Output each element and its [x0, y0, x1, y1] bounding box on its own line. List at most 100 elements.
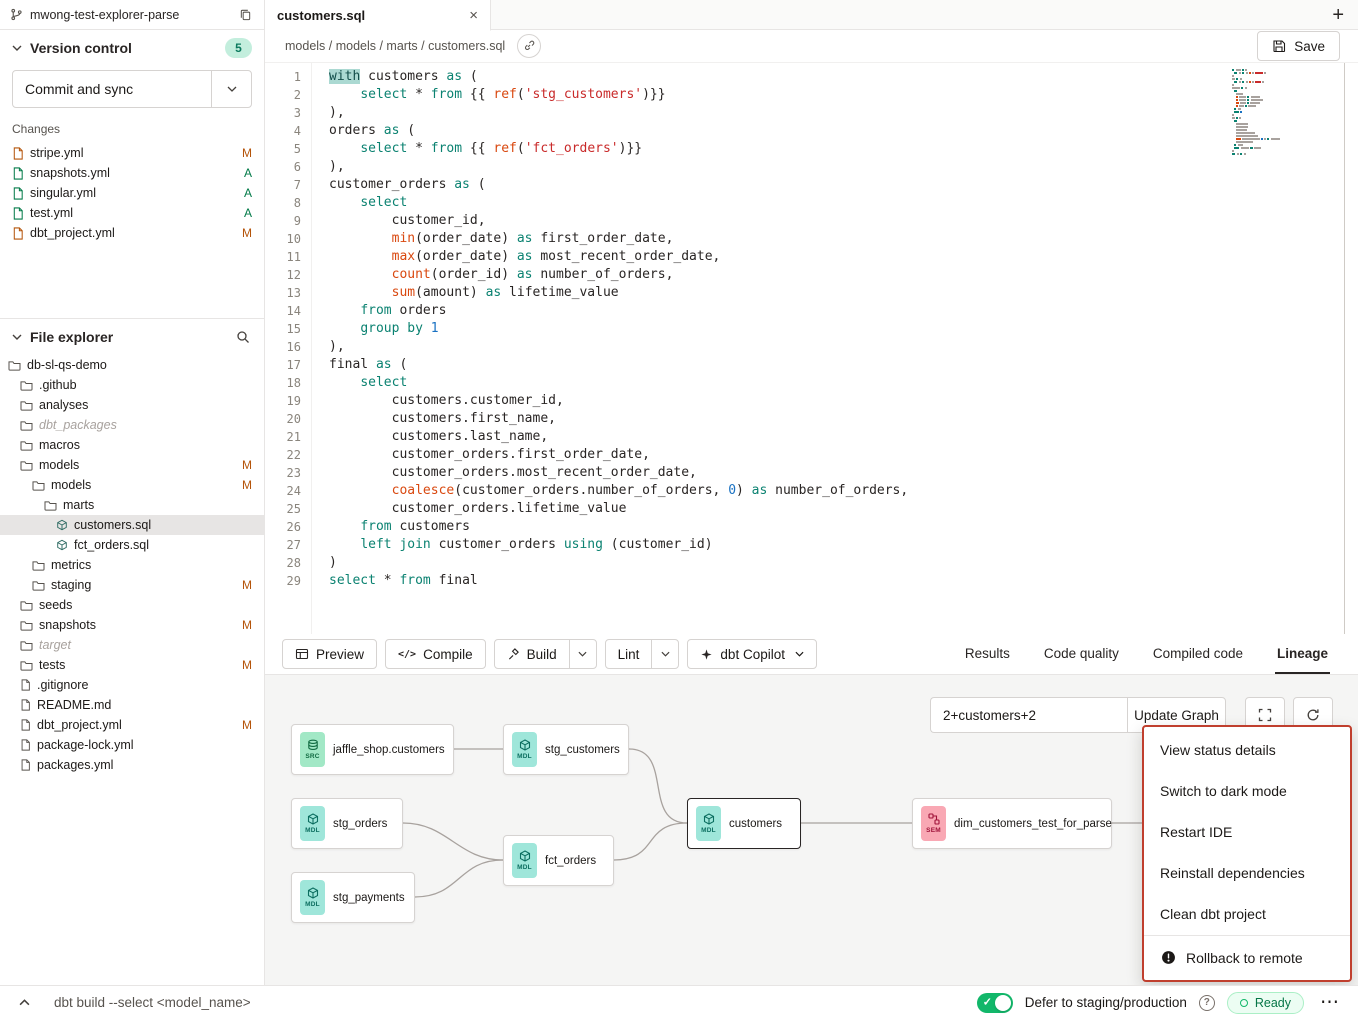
model-icon [307, 887, 319, 899]
results-panel-tab-label: Code quality [1044, 646, 1119, 661]
lineage-node[interactable]: MDL customers [687, 798, 801, 849]
context-menu-item[interactable]: View status details [1144, 729, 1350, 770]
toolbar-button[interactable]: Build [495, 640, 569, 668]
node-type-label: MDL [517, 753, 532, 760]
editor-scrollbar[interactable] [1344, 63, 1345, 634]
file-tree-item[interactable]: customers.sql [0, 515, 264, 535]
commit-and-sync-button[interactable]: Commit and sync [12, 70, 252, 108]
editor-tab[interactable]: customers.sql × [265, 0, 491, 31]
ready-label: Ready [1255, 996, 1291, 1010]
fullscreen-icon [1258, 708, 1272, 722]
file-tree-item[interactable]: db-sl-qs-demo [0, 355, 264, 375]
file-tree-item[interactable]: README.md [0, 695, 264, 715]
dbt-cloud-ide: mwong-test-explorer-parse Version contro… [0, 0, 1358, 1019]
node-type-tile: SRC [300, 732, 325, 767]
results-panel-tab[interactable]: Lineage [1275, 634, 1330, 674]
file-tree-item[interactable]: dbt_project.yml M [0, 715, 264, 735]
file-tree-item[interactable]: target [0, 635, 264, 655]
file-tree-item[interactable]: models M [0, 455, 264, 475]
file-tree-item[interactable]: tests M [0, 655, 264, 675]
file-tree-item[interactable]: marts [0, 495, 264, 515]
more-options-button[interactable]: ⋯ [1316, 993, 1344, 1012]
lineage-search-input[interactable] [930, 697, 1127, 733]
changed-file-row[interactable]: dbt_project.yml M [0, 223, 264, 243]
toolbar-button[interactable]: dbt Copilot [688, 640, 816, 668]
git-status-badge: M [242, 578, 252, 592]
line-numbers: 1234567891011121314151617181920212223242… [265, 63, 311, 634]
context-menu-item[interactable]: Clean dbt project [1144, 893, 1350, 934]
folder-icon [32, 560, 45, 571]
context-menu-item[interactable]: Rollback to remote [1144, 937, 1350, 978]
file-tree-item[interactable]: metrics [0, 555, 264, 575]
results-panel-tab-label: Compiled code [1153, 646, 1243, 661]
lineage-node[interactable]: MDL stg_orders [291, 798, 403, 849]
changed-file-row[interactable]: singular.yml A [0, 183, 264, 203]
commit-options-dropdown[interactable] [211, 71, 251, 107]
toolbar-button[interactable]: </> Compile [386, 640, 485, 668]
toolbar-button-group: Preview [282, 639, 377, 669]
file-tree-label: metrics [51, 558, 252, 572]
git-status-badge: A [244, 186, 252, 200]
file-tree-item[interactable]: analyses [0, 395, 264, 415]
file-tree-item[interactable]: fct_orders.sql [0, 535, 264, 555]
context-menu-item[interactable]: Switch to dark mode [1144, 770, 1350, 811]
file-tree-label: staging [51, 578, 236, 592]
file-tree-item[interactable]: macros [0, 435, 264, 455]
results-panel-tab[interactable]: Code quality [1042, 634, 1121, 674]
file-tree-label: tests [39, 658, 236, 672]
chevron-down-icon [227, 86, 237, 92]
file-tree-item[interactable]: models M [0, 475, 264, 495]
expand-command-bar-button[interactable] [14, 993, 34, 1013]
defer-toggle[interactable]: ✓ [977, 993, 1013, 1013]
changed-file-name: test.yml [30, 206, 238, 220]
context-menu-item[interactable]: Reinstall dependencies [1144, 852, 1350, 893]
toolbar-button-label: Lint [618, 647, 640, 662]
lineage-node[interactable]: MDL stg_payments [291, 872, 415, 923]
node-type-label: SRC [305, 753, 319, 760]
file-tree-item[interactable]: package-lock.yml [0, 735, 264, 755]
file-tree-item[interactable]: staging M [0, 575, 264, 595]
command-input[interactable]: dbt build --select <model_name> [54, 995, 251, 1010]
minimap[interactable] [1232, 69, 1290, 156]
help-icon[interactable]: ? [1199, 995, 1215, 1011]
toolbar-button-dropdown[interactable] [569, 640, 596, 668]
file-link-button[interactable] [517, 34, 541, 58]
results-panel-tab-label: Results [965, 646, 1010, 661]
save-button[interactable]: Save [1257, 31, 1340, 61]
context-menu-item[interactable]: Restart IDE [1144, 811, 1350, 852]
changed-file-row[interactable]: snapshots.yml A [0, 163, 264, 183]
changed-file-row[interactable]: test.yml A [0, 203, 264, 223]
node-name: fct_orders [545, 855, 596, 867]
lineage-node[interactable]: SEM dim_customers_test_for_parse [912, 798, 1112, 849]
code-editor[interactable]: 1234567891011121314151617181920212223242… [265, 63, 1358, 634]
file-tree-label: README.md [37, 698, 252, 712]
file-tree-item[interactable]: .github [0, 375, 264, 395]
file-tree-item[interactable]: .gitignore [0, 675, 264, 695]
lineage-node[interactable]: SRC jaffle_shop.customers [291, 724, 454, 775]
file-explorer-header[interactable]: File explorer [0, 319, 264, 355]
node-type-tile: MDL [512, 732, 537, 767]
search-files-button[interactable] [234, 328, 252, 346]
lineage-node[interactable]: MDL fct_orders [503, 835, 614, 886]
changed-file-row[interactable]: stripe.yml M [0, 143, 264, 163]
copy-branch-button[interactable] [237, 6, 254, 23]
new-tab-button[interactable]: + [1332, 5, 1344, 25]
node-name: customers [729, 818, 782, 830]
results-panel-tab[interactable]: Compiled code [1151, 634, 1245, 674]
lineage-node[interactable]: MDL stg_customers [503, 724, 629, 775]
results-panel-tab[interactable]: Results [963, 634, 1012, 674]
file-tree-item[interactable]: seeds [0, 595, 264, 615]
toolbar-button[interactable]: Preview [283, 640, 376, 668]
file-tree-item[interactable]: packages.yml [0, 755, 264, 775]
toolbar-button[interactable]: Lint [606, 640, 652, 668]
toolbar-button-dropdown[interactable] [651, 640, 678, 668]
file-tree-item[interactable]: dbt_packages [0, 415, 264, 435]
status-ready-badge: Ready [1227, 992, 1304, 1014]
close-tab-icon[interactable]: × [469, 8, 478, 23]
ready-dot-icon [1240, 999, 1248, 1007]
file-tree-label: packages.yml [37, 758, 252, 772]
context-menu-label: Reinstall dependencies [1160, 865, 1305, 881]
link-icon [523, 40, 535, 52]
file-tree-item[interactable]: snapshots M [0, 615, 264, 635]
version-control-header[interactable]: Version control 5 [0, 30, 264, 66]
